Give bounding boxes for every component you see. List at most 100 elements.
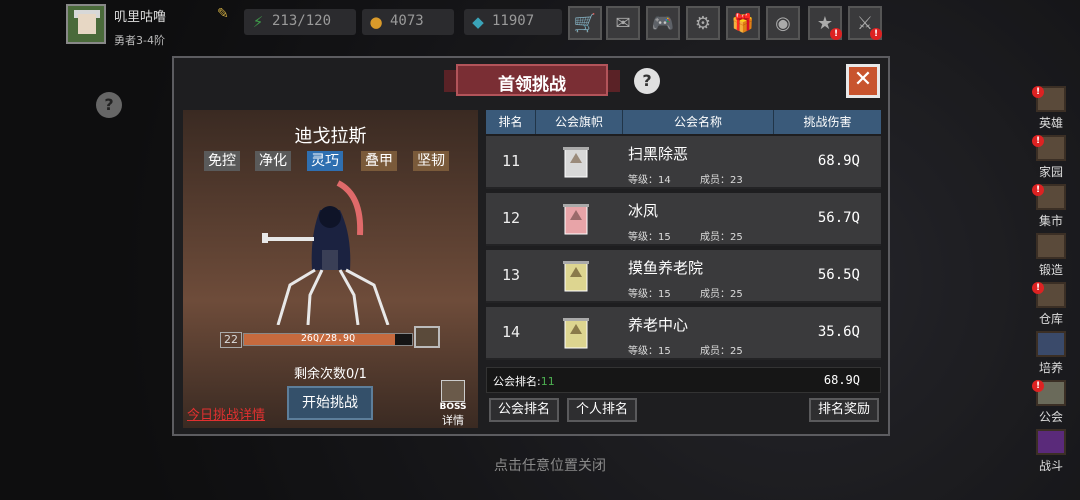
side-menu-label: 仓库 xyxy=(1038,312,1063,326)
member-value: 23 xyxy=(730,175,743,186)
gold-counter[interactable]: ● 4073 xyxy=(362,9,454,35)
shop-cart-icon: 🛒 xyxy=(573,12,597,34)
level-label: 等级： xyxy=(628,232,658,243)
training-icon xyxy=(1036,331,1066,357)
level-value: 14 xyxy=(658,175,671,186)
battle-button[interactable]: ⚔! xyxy=(848,6,882,40)
side-menu-label: 英雄 xyxy=(1038,116,1063,130)
gamepad-button[interactable]: 🎮 xyxy=(646,6,680,40)
row-guild-level: 等级：14 xyxy=(628,171,671,186)
mail-button[interactable]: ✉ xyxy=(606,6,640,40)
player-avatar[interactable] xyxy=(66,4,106,44)
event-button[interactable]: ★! xyxy=(808,6,842,40)
guild-flag-icon xyxy=(563,204,589,235)
settings-button[interactable]: ⚙ xyxy=(686,6,720,40)
ranking-table-header: 排名 公会旗帜 公会名称 挑战伤害 xyxy=(486,110,881,134)
dialog-title: 首领挑战 xyxy=(498,75,566,95)
treasure-chest-icon[interactable] xyxy=(414,326,440,348)
close-button[interactable]: ✕ xyxy=(846,64,880,98)
row-rank: 11 xyxy=(501,152,521,170)
row-guild-name: 扫黑除恶 xyxy=(628,145,689,163)
boss-name: 迪戈拉斯 xyxy=(294,126,367,147)
boss-hp-bar: 26Q/28.9Q xyxy=(243,333,413,346)
row-guild-level: 等级：15 xyxy=(628,342,671,357)
boss-tag: 坚韧 xyxy=(413,151,449,171)
level-value: 15 xyxy=(658,232,671,243)
start-challenge-button[interactable]: 开始挑战 xyxy=(287,386,373,420)
top-bar: 叽里咕噜 勇者3-4阶 ✎ ⚡ 213/120 ● 4073 ◆ 11907 🛒… xyxy=(0,0,1080,52)
personal-rank-tab[interactable]: 个人排名 xyxy=(567,398,637,422)
background-help-icon[interactable]: ? xyxy=(96,92,122,118)
gem-icon: ◆ xyxy=(472,13,484,31)
gift-button[interactable]: 🎁 xyxy=(726,6,760,40)
level-value: 15 xyxy=(658,289,671,300)
level-label: 等级： xyxy=(628,175,658,186)
row-damage: 56.7Q xyxy=(817,210,860,226)
alert-badge: ! xyxy=(1032,135,1044,147)
my-rank-label: 公会排名: xyxy=(493,375,541,388)
help-icon[interactable]: ? xyxy=(634,68,660,94)
gift-icon: 🎁 xyxy=(731,12,755,34)
boss-detail-button[interactable]: BOSS 详情 xyxy=(433,380,473,427)
my-guild-damage: 68.9Q xyxy=(823,373,860,387)
row-guild-level: 等级：15 xyxy=(628,228,671,243)
guild-flag-icon xyxy=(563,147,589,178)
side-menu-guild[interactable]: ! 公会 xyxy=(1026,378,1076,426)
table-row[interactable]: 11 扫黑除恶 等级：14 成员：23 68.9Q xyxy=(486,136,881,189)
alert-badge: ! xyxy=(870,28,882,40)
side-menu-training[interactable]: 培养 xyxy=(1026,329,1076,377)
row-guild-members: 成员：25 xyxy=(700,228,743,243)
level-label: 等级： xyxy=(628,289,658,300)
colorwheel-icon: ◉ xyxy=(775,12,791,34)
row-guild-name: 养老中心 xyxy=(628,316,689,334)
table-row[interactable]: 13 摸鱼养老院 等级：15 成员：25 56.5Q xyxy=(486,250,881,303)
rank-reward-button[interactable]: 排名奖励 xyxy=(809,398,879,422)
member-value: 25 xyxy=(730,232,743,243)
alert-badge: ! xyxy=(830,28,842,40)
side-menu-forge[interactable]: 锻造 xyxy=(1026,231,1076,279)
boss-tag: 免控 xyxy=(204,151,240,171)
guild-flag-icon xyxy=(563,318,589,349)
boss-sprite[interactable] xyxy=(250,175,400,325)
side-menu-label: 锻造 xyxy=(1038,263,1063,277)
energy-icon: ⚡ xyxy=(252,13,264,31)
gem-counter[interactable]: ◆ 11907 xyxy=(464,9,562,35)
side-menu-warehouse[interactable]: ! 仓库 xyxy=(1026,280,1076,328)
guild-rank-tab[interactable]: 公会排名 xyxy=(489,398,559,422)
boss-detail-icon xyxy=(441,380,465,402)
side-menu-label: 公会 xyxy=(1038,410,1063,424)
guild-flag-icon xyxy=(563,261,589,292)
row-rank: 12 xyxy=(501,209,521,227)
row-guild-name: 摸鱼养老院 xyxy=(628,259,704,277)
boss-level-badge: 22 xyxy=(220,332,242,348)
boss-detail-label-bottom: 详情 xyxy=(442,414,464,427)
member-value: 25 xyxy=(730,289,743,300)
side-menu-heroes[interactable]: ! 英雄 xyxy=(1026,84,1076,132)
table-row[interactable]: 12 冰凤 等级：15 成员：25 56.7Q xyxy=(486,193,881,246)
row-guild-members: 成员：23 xyxy=(700,171,743,186)
row-guild-level: 等级：15 xyxy=(628,285,671,300)
edit-pencil-icon[interactable]: ✎ xyxy=(217,7,232,22)
member-label: 成员： xyxy=(700,289,730,300)
player-name: 叽里咕噜 xyxy=(114,10,167,25)
row-damage: 68.9Q xyxy=(817,153,860,169)
colorwheel-button[interactable]: ◉ xyxy=(766,6,800,40)
row-rank: 14 xyxy=(501,323,521,341)
my-rank-value: 11 xyxy=(540,375,555,388)
avatar-face xyxy=(78,14,96,34)
alert-badge: ! xyxy=(1032,86,1044,98)
energy-counter[interactable]: ⚡ 213/120 xyxy=(244,9,356,35)
member-label: 成员： xyxy=(700,232,730,243)
my-guild-rank: 公会排名:11 xyxy=(493,373,555,389)
table-row[interactable]: 14 养老中心 等级：15 成员：25 35.6Q xyxy=(486,307,881,360)
row-rank: 13 xyxy=(501,266,521,284)
boss-hp-text: 26Q/28.9Q xyxy=(300,333,356,344)
energy-value: 213/120 xyxy=(272,13,332,29)
side-menu-market[interactable]: ! 集市 xyxy=(1026,182,1076,230)
today-challenge-details-link[interactable]: 今日挑战详情 xyxy=(187,404,265,423)
boss-tag: 灵巧 xyxy=(307,151,343,171)
level-value: 15 xyxy=(658,346,671,357)
row-guild-members: 成员：25 xyxy=(700,285,743,300)
side-menu-home[interactable]: ! 家园 xyxy=(1026,133,1076,181)
shop-cart-button[interactable]: 🛒 xyxy=(568,6,602,40)
